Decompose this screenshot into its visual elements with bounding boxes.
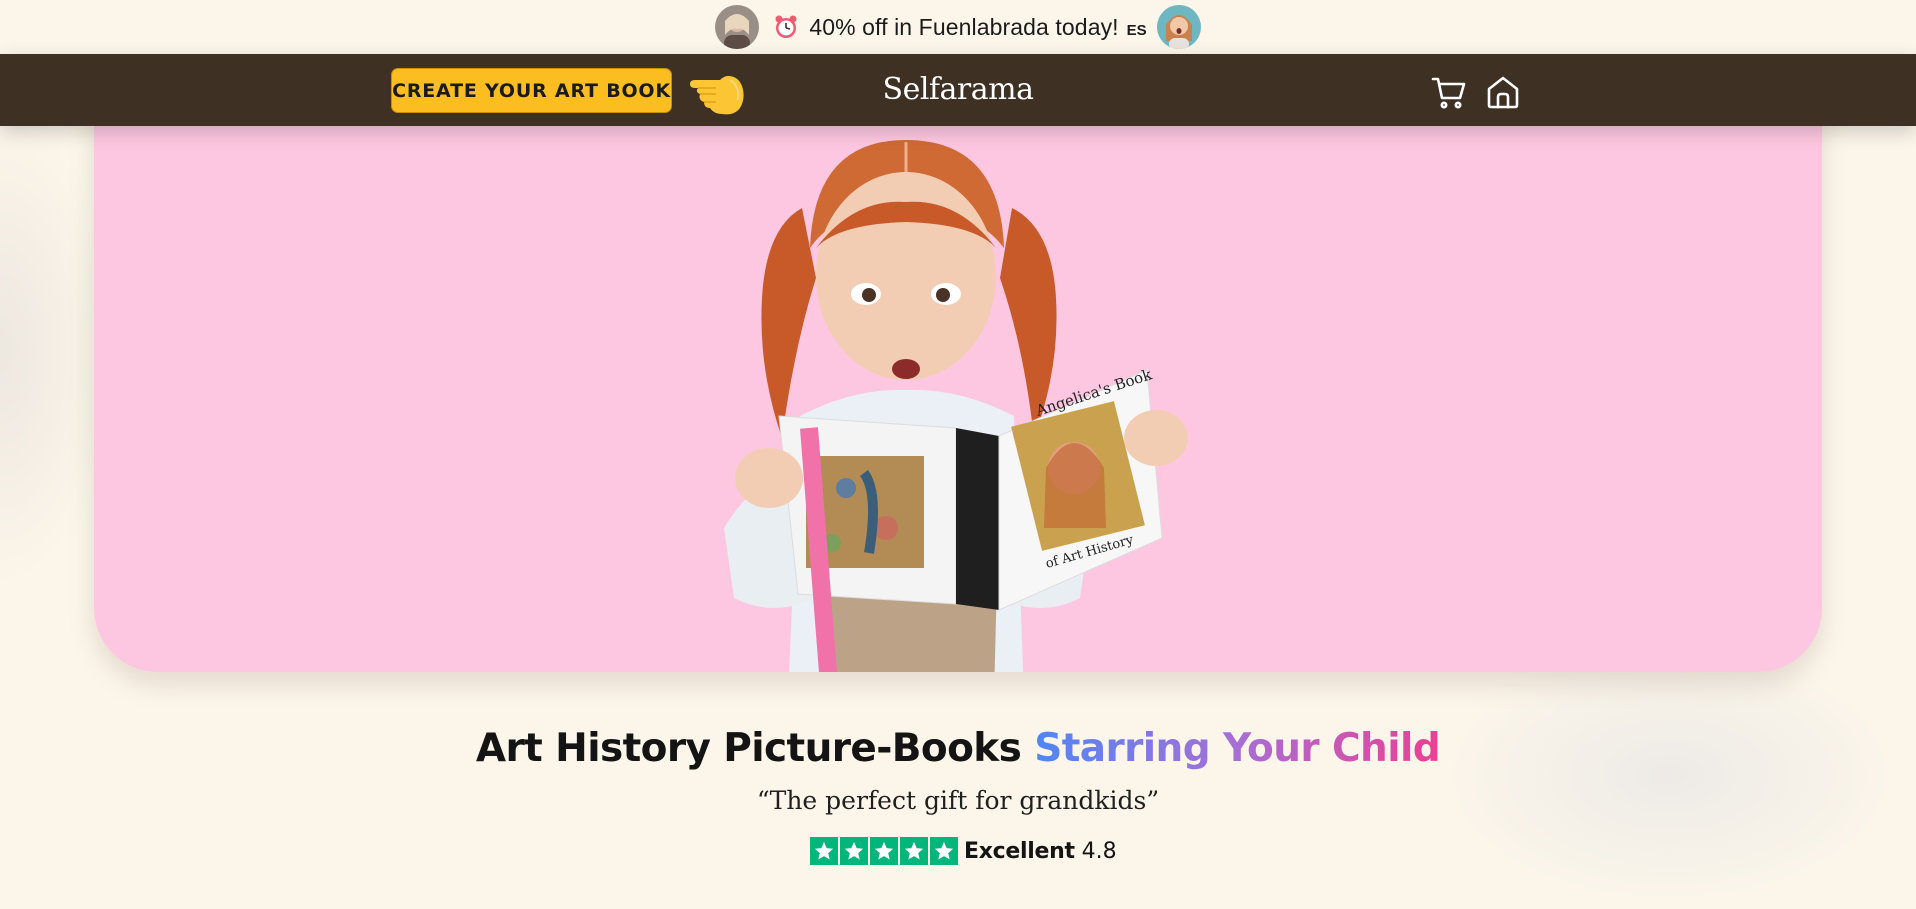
user-avatar <box>715 5 760 49</box>
cart-icon[interactable] <box>1431 74 1467 110</box>
home-icon[interactable] <box>1485 74 1521 110</box>
rating-score: 4.8 <box>1081 838 1117 864</box>
title-part2-gradient: Starring Your Child <box>1034 726 1441 771</box>
hero-illustration: Angelica's Book of Art History <box>724 140 1188 672</box>
star-icon <box>900 837 928 865</box>
promo-text: 40% off in Fuenlabrada today! <box>809 13 1119 40</box>
background-shade-right <box>1430 640 1910 909</box>
rating-stars <box>810 837 958 865</box>
promo-bar: 40% off in Fuenlabrada today! ES <box>0 0 1916 54</box>
pointing-hand-icon <box>690 76 744 115</box>
star-icon <box>810 837 838 865</box>
user-avatar <box>1156 5 1201 49</box>
star-icon <box>930 837 958 865</box>
create-art-book-button[interactable]: CREATE YOUR ART BOOK <box>391 68 672 113</box>
hero-banner: Angelica's Book of Art History <box>94 98 1822 672</box>
star-icon <box>870 837 898 865</box>
trustpilot-rating[interactable]: Excellent 4.8 <box>810 836 1117 866</box>
rating-label: Excellent <box>964 838 1075 864</box>
brand-logo[interactable]: Selfarama <box>830 68 1086 112</box>
star-icon <box>840 837 868 865</box>
alarm-clock-icon <box>775 15 797 38</box>
title-part1: Art History Picture-Books <box>475 726 1022 771</box>
site-header: CREATE YOUR ART BOOK Selfarama <box>0 54 1916 126</box>
language-badge[interactable]: ES <box>1127 22 1147 39</box>
page-title: Art History Picture-Books Starring Your … <box>0 726 1916 771</box>
subquote: “The perfect gift for grandkids” <box>756 786 1160 815</box>
